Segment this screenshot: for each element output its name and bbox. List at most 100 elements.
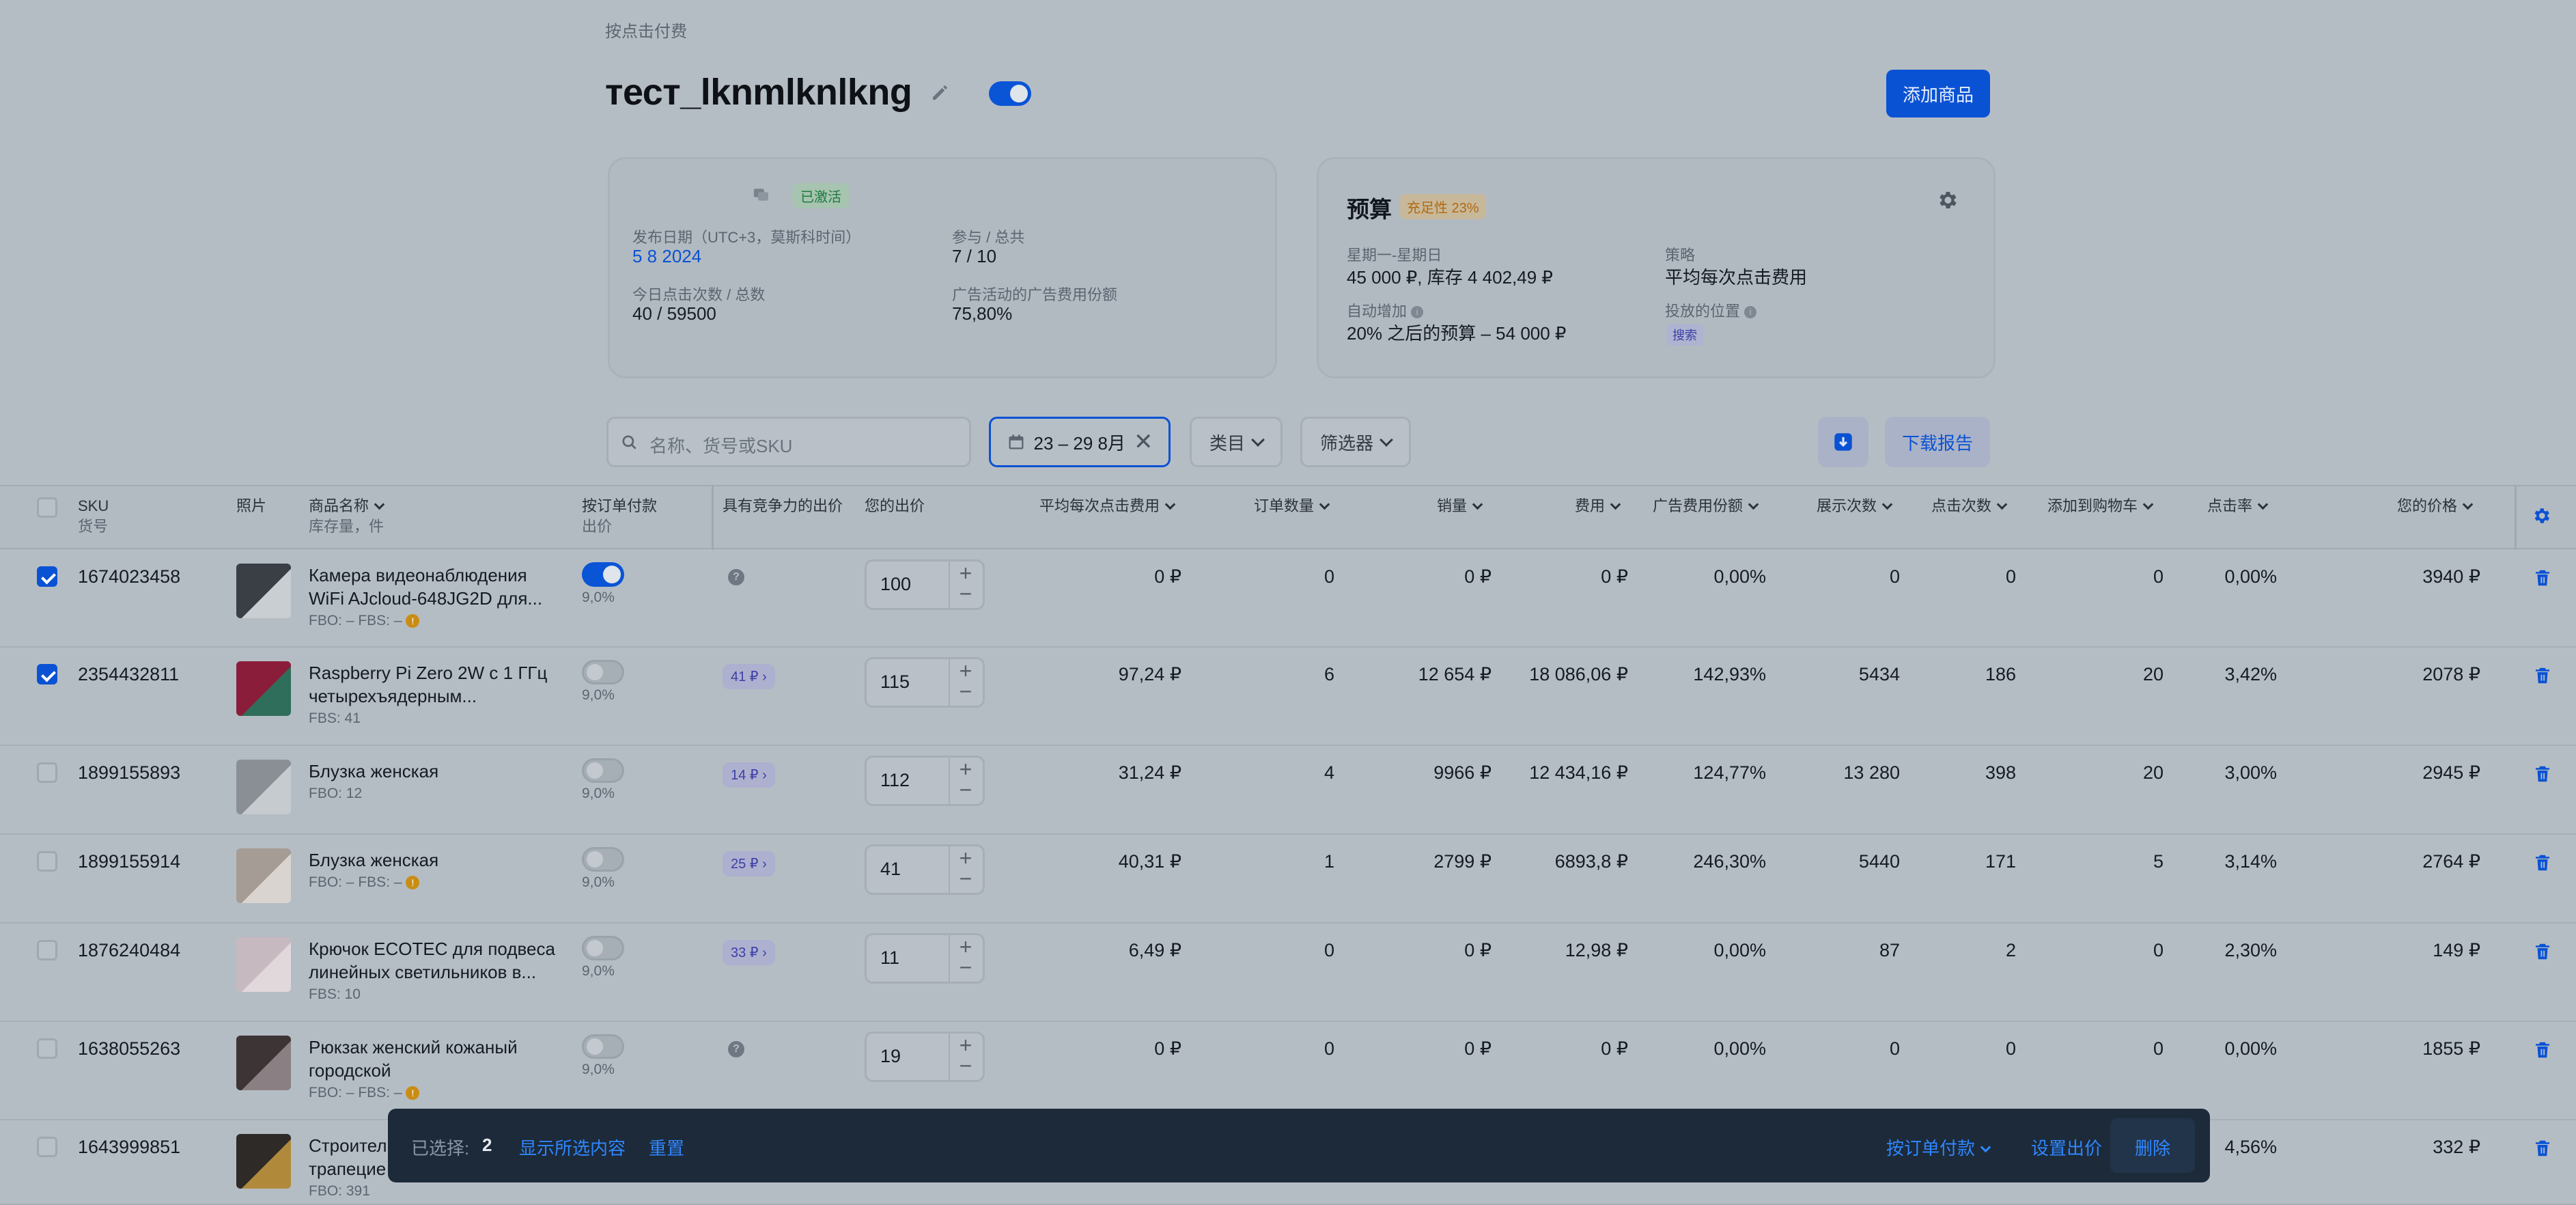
search-input[interactable]: 名称、货号或SKU <box>606 417 971 467</box>
download-report-button[interactable]: 下载报告 <box>1885 417 1990 467</box>
col-cost[interactable]: 费用 <box>1575 496 1621 516</box>
product-name-line1[interactable]: Raspberry Pi Zero 2W с 1 ГГц <box>309 661 596 684</box>
bid-value[interactable]: 11 <box>880 947 899 969</box>
help-icon[interactable]: ? <box>728 569 744 585</box>
reset-link[interactable]: 重置 <box>649 1135 684 1160</box>
row-checkbox[interactable] <box>37 1137 57 1157</box>
pay-per-order-toggle[interactable] <box>582 847 624 872</box>
decrement-button[interactable]: − <box>957 680 975 702</box>
product-name-line2[interactable]: четырехъядерным... <box>309 684 596 708</box>
decrement-button[interactable]: − <box>957 1055 975 1077</box>
sku-cell[interactable]: 1899155893 <box>78 762 180 784</box>
decrement-button[interactable]: − <box>957 583 975 605</box>
row-checkbox[interactable] <box>37 664 57 684</box>
trash-icon[interactable] <box>2532 568 2553 588</box>
increment-button[interactable]: + <box>957 758 975 780</box>
product-name-line2[interactable]: городской <box>309 1059 596 1082</box>
download-button[interactable] <box>1818 417 1868 467</box>
pay-per-order-menu[interactable]: 按订单付款 <box>1886 1135 1991 1160</box>
bid-stepper[interactable]: 112 + − <box>865 756 985 806</box>
decrement-button[interactable]: − <box>957 868 975 889</box>
competitive-bid-chip[interactable]: 14 ₽ › <box>723 762 775 788</box>
increment-button[interactable]: + <box>957 936 975 958</box>
trash-icon[interactable] <box>2532 1138 2553 1159</box>
col-sales[interactable]: 销量 <box>1437 496 1483 516</box>
trash-icon[interactable] <box>2532 853 2553 873</box>
clear-icon[interactable]: ✕ <box>1134 428 1153 456</box>
competitive-bid-chip[interactable]: 25 ₽ › <box>723 851 775 876</box>
row-checkbox[interactable] <box>37 1038 57 1059</box>
product-name-line1[interactable]: Блузка женская <box>309 760 596 783</box>
set-bid-button[interactable]: 设置出价 <box>2031 1135 2102 1160</box>
sku-cell[interactable]: 1638055263 <box>78 1038 180 1059</box>
help-icon[interactable]: ? <box>728 1041 744 1057</box>
sku-cell[interactable]: 1899155914 <box>78 851 180 872</box>
col-avg-cpc[interactable]: 平均每次点击费用 <box>1039 496 1176 516</box>
row-checkbox[interactable] <box>37 762 57 783</box>
add-product-button[interactable]: 添加商品 <box>1886 70 1990 117</box>
row-checkbox[interactable] <box>37 940 57 960</box>
product-name-line1[interactable]: Крючок ECOTEC для подвеса <box>309 937 596 960</box>
col-price[interactable]: 您的价格 <box>2397 496 2474 516</box>
date-range-picker[interactable]: 23 – 29 8月 ✕ <box>989 417 1171 467</box>
breadcrumb[interactable]: 按点击付费 <box>605 18 687 42</box>
competitive-bid-chip[interactable]: 33 ₽ › <box>723 940 775 965</box>
col-name[interactable]: 商品名称 <box>309 496 385 516</box>
bid-value[interactable]: 19 <box>880 1046 901 1067</box>
show-selected-link[interactable]: 显示所选内容 <box>519 1135 626 1160</box>
product-name-line2[interactable]: линейных светильников в... <box>309 960 596 984</box>
col-add-to-cart[interactable]: 添加到购物车 <box>2047 496 2154 516</box>
info-icon[interactable]: i <box>1744 306 1757 319</box>
bid-stepper[interactable]: 19 + − <box>865 1031 985 1082</box>
delete-button[interactable]: 删除 <box>2135 1135 2170 1160</box>
pay-per-order-toggle[interactable] <box>582 562 624 587</box>
sku-cell[interactable]: 1876240484 <box>78 940 180 961</box>
bid-value[interactable]: 100 <box>880 574 911 595</box>
pay-per-order-toggle[interactable] <box>582 936 624 960</box>
category-dropdown[interactable]: 类目 <box>1190 417 1283 467</box>
decrement-button[interactable]: − <box>957 956 975 978</box>
col-ctr[interactable]: 点击率 <box>2207 496 2269 516</box>
trash-icon[interactable] <box>2532 764 2553 784</box>
bid-stepper[interactable]: 11 + − <box>865 933 985 984</box>
col-drr[interactable]: 广告费用份额 <box>1653 496 1759 516</box>
decrement-button[interactable]: − <box>957 779 975 801</box>
gear-icon[interactable] <box>1935 189 1959 212</box>
warning-icon[interactable]: ! <box>406 614 420 628</box>
bid-stepper[interactable]: 100 + − <box>865 559 985 610</box>
trash-icon[interactable] <box>2532 941 2553 962</box>
trash-icon[interactable] <box>2532 1040 2553 1060</box>
pencil-icon[interactable] <box>929 79 953 104</box>
row-checkbox[interactable] <box>37 851 57 872</box>
campaign-toggle[interactable] <box>989 81 1031 106</box>
trash-icon[interactable] <box>2532 665 2553 686</box>
competitive-bid-chip[interactable]: 41 ₽ › <box>723 664 775 689</box>
pay-per-order-toggle[interactable] <box>582 660 624 684</box>
bid-value[interactable]: 112 <box>880 770 910 791</box>
bid-value[interactable]: 41 <box>880 859 901 880</box>
increment-button[interactable]: + <box>957 1034 975 1056</box>
sku-cell[interactable]: 2354432811 <box>78 664 179 685</box>
product-name-line1[interactable]: Камера видеонаблюдения <box>309 564 596 587</box>
filter-dropdown[interactable]: 筛选器 <box>1300 417 1411 467</box>
pay-per-order-toggle[interactable] <box>582 758 624 783</box>
increment-button[interactable]: + <box>957 660 975 682</box>
warning-icon[interactable]: ! <box>406 1086 420 1100</box>
publish-date-value[interactable]: 5 8 2024 <box>632 246 701 267</box>
col-impressions[interactable]: 展示次数 <box>1817 496 1893 516</box>
info-icon[interactable]: i <box>1411 306 1424 319</box>
col-clicks[interactable]: 点击次数 <box>1931 496 2008 516</box>
product-name-line1[interactable]: Рюкзак женский кожаный <box>309 1036 596 1059</box>
warning-icon[interactable]: ! <box>406 876 420 890</box>
pay-per-order-toggle[interactable] <box>582 1034 624 1059</box>
increment-button[interactable]: + <box>957 562 975 584</box>
product-name-line2[interactable]: WiFi AJcloud-648JG2D для... <box>309 587 596 610</box>
bid-stepper[interactable]: 41 + − <box>865 844 985 895</box>
sku-cell[interactable]: 1674023458 <box>78 566 180 587</box>
select-all-checkbox[interactable] <box>37 497 57 518</box>
bid-stepper[interactable]: 115 + − <box>865 657 985 708</box>
table-settings-icon[interactable] <box>2531 505 2551 526</box>
bid-value[interactable]: 115 <box>880 671 910 693</box>
col-sku[interactable]: SKU <box>78 496 109 516</box>
product-name-line1[interactable]: Блузка женская <box>309 848 596 872</box>
